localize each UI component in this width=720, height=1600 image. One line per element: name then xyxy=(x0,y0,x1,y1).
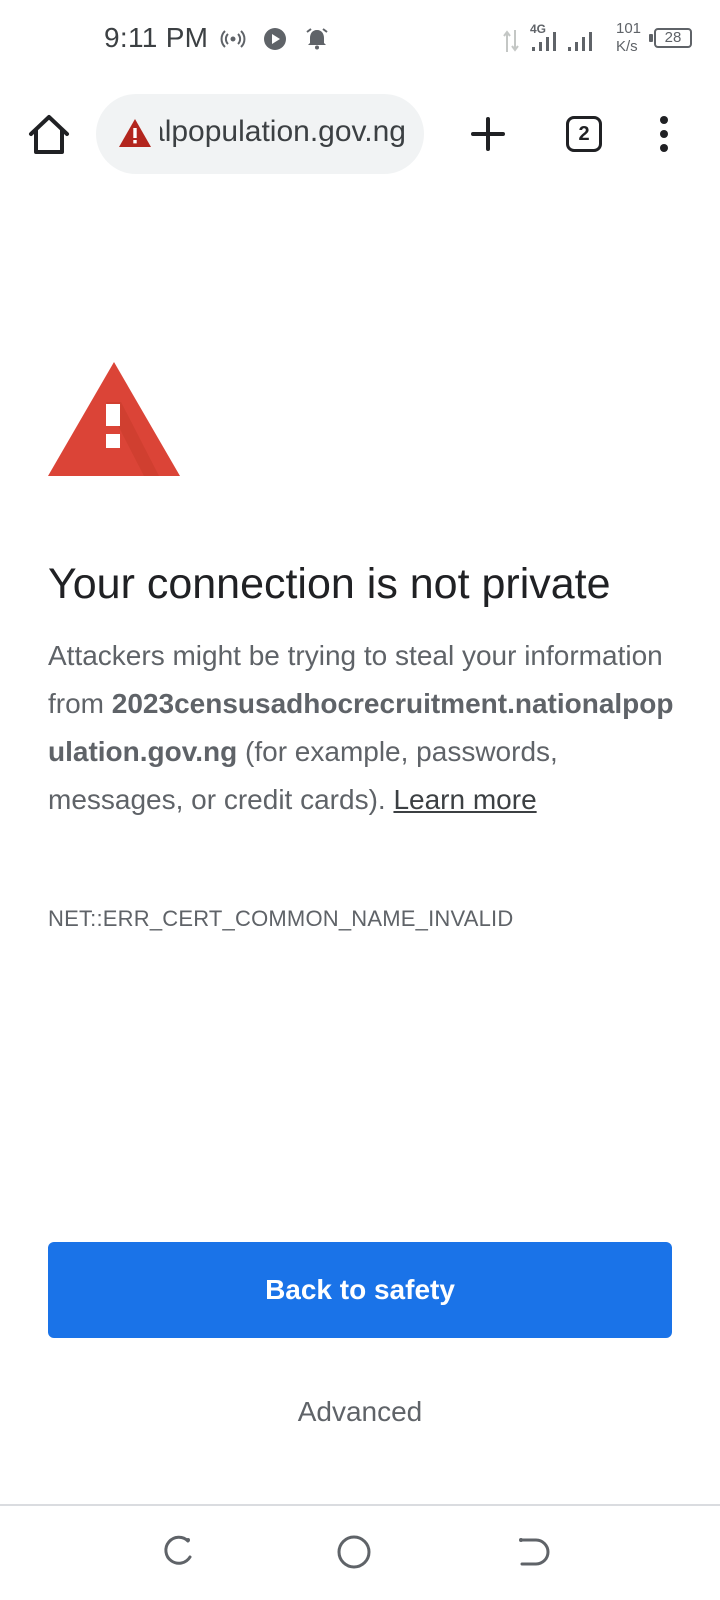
more-vert-icon[interactable] xyxy=(652,114,676,154)
battery-tip xyxy=(649,34,653,42)
browser-toolbar: 2023censusadhocrecruitment.nationalpopul… xyxy=(0,94,720,174)
signal-icon xyxy=(568,32,592,51)
net-speed-unit: K/s xyxy=(616,38,638,55)
url-text[interactable]: 2023censusadhocrecruitment.nationalpopul… xyxy=(160,115,406,149)
play-icon xyxy=(264,28,286,50)
status-time: 9:11 PM xyxy=(104,22,209,53)
address-bar[interactable]: 2023censusadhocrecruitment.nationalpopul… xyxy=(96,94,424,174)
alarm-icon xyxy=(306,28,328,50)
system-nav-bar xyxy=(0,1506,720,1600)
recents-icon[interactable] xyxy=(158,1532,198,1572)
tab-switcher-icon[interactable]: 2 xyxy=(566,116,602,152)
data-arrows-icon xyxy=(503,30,519,52)
warning-icon xyxy=(48,362,180,476)
net-speed-value: 101 xyxy=(616,20,642,37)
advanced-button[interactable]: Advanced xyxy=(260,1386,460,1438)
battery-level: 28 xyxy=(664,29,682,46)
error-description: Attackers might be trying to steal your … xyxy=(48,632,676,824)
home-circle-icon[interactable] xyxy=(334,1532,374,1572)
page-title: Your connection is not private xyxy=(48,560,611,608)
learn-more-link[interactable]: Learn more xyxy=(393,784,536,815)
plus-icon[interactable] xyxy=(470,116,506,152)
status-bar: 9:11 PM 4G 101 K/s 28 xyxy=(0,0,720,80)
home-icon[interactable] xyxy=(26,112,72,156)
battery-icon: 28 xyxy=(654,28,692,48)
back-to-safety-button[interactable]: Back to safety xyxy=(48,1242,672,1338)
hotspot-icon xyxy=(220,30,246,48)
net-speed: 101 K/s xyxy=(616,20,641,56)
back-icon[interactable] xyxy=(512,1532,552,1572)
warning-icon[interactable] xyxy=(118,117,152,149)
error-code: NET::ERR_CERT_COMMON_NAME_INVALID xyxy=(48,906,514,931)
tab-count: 2 xyxy=(578,123,590,145)
signal-icon xyxy=(532,32,556,51)
